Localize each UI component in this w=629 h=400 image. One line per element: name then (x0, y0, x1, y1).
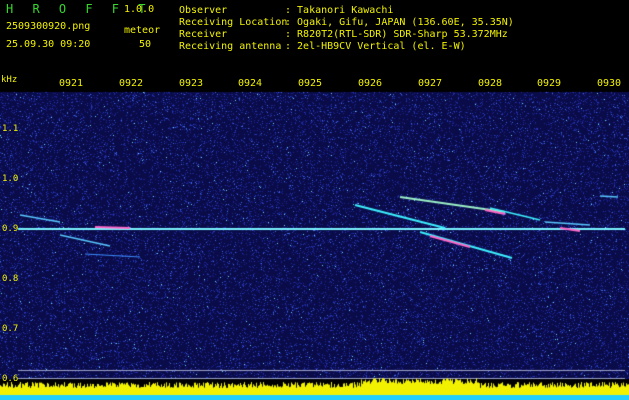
freq-tick-label: 0.8 (2, 274, 19, 284)
header-panel: H R O F F T 1.0.0 2509300920.png meteor … (0, 0, 629, 76)
file-name: 2509300920.png (6, 21, 91, 32)
meteor-count: 50 (139, 39, 152, 50)
time-tick-label: 0925 (298, 78, 323, 89)
observer-label: Observer (179, 5, 228, 16)
freq-tick-label: 0.7 (2, 324, 19, 334)
time-tick-label: 0930 (597, 78, 622, 89)
app-version: 1.0.0 (124, 4, 155, 15)
time-tick-label: 0929 (537, 78, 562, 89)
receiver-value: : R820T2(RTL-SDR) SDR-Sharp 53.372MHz (285, 29, 508, 40)
freq-tick-label: 0.9 (2, 224, 19, 234)
freq-tick-label: 0.6 (2, 374, 19, 384)
time-tick-label: 0923 (179, 78, 204, 89)
location-label: Receiving Location (179, 17, 288, 28)
meteor-label: meteor (124, 25, 161, 36)
time-tick-label: 0927 (418, 78, 443, 89)
receiver-label: Receiver (179, 29, 228, 40)
time-tick-label: 0921 (59, 78, 84, 89)
observer-value: : Takanori Kawachi (285, 5, 394, 16)
antenna-value: : 2el-HB9CV Vertical (el. E-W) (285, 41, 466, 52)
spectrogram-canvas (0, 76, 629, 400)
frequency-unit-label: kHz (1, 75, 18, 85)
time-tick-label: 0926 (358, 78, 383, 89)
time-tick-label: 0922 (119, 78, 144, 89)
location-value: : Ogaki, Gifu, JAPAN (136.60E, 35.35N) (285, 17, 514, 28)
antenna-label: Receiving antenna (179, 41, 282, 52)
time-tick-label: 0928 (478, 78, 503, 89)
freq-tick-label: 1.1 (2, 124, 19, 134)
time-tick-label: 0924 (238, 78, 263, 89)
freq-tick-label: 1.0 (2, 174, 19, 184)
capture-datetime: 25.09.30 09:20 (6, 39, 91, 50)
